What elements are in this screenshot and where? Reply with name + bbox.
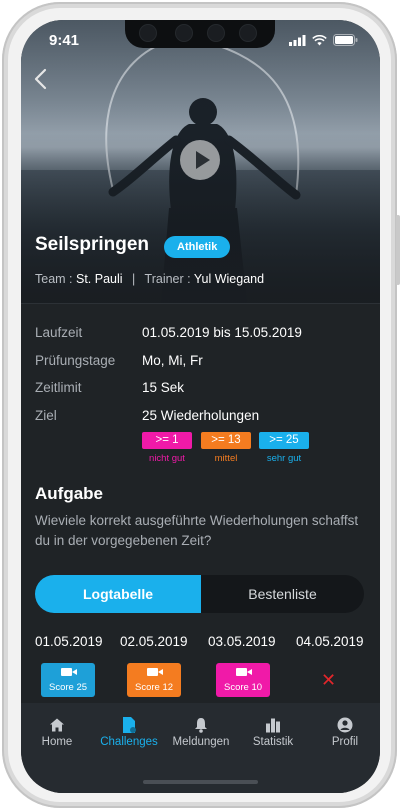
document-icon <box>123 717 136 733</box>
camera-dot <box>139 24 157 42</box>
sensor-dot <box>175 24 193 42</box>
level-badge-mid: >= 13 <box>201 432 251 449</box>
back-chevron-icon[interactable] <box>33 68 55 90</box>
score-label: Score 25 <box>48 682 88 693</box>
tab-label: Challenges <box>100 736 158 748</box>
trainer-label: Trainer : <box>144 272 191 286</box>
team-value: St. Pauli <box>76 272 123 286</box>
notch <box>125 20 275 48</box>
level-caption-low: nicht gut <box>149 453 185 464</box>
log-dates: 01.05.2019 02.05.2019 03.05.2019 04.05.2… <box>35 634 375 652</box>
tab-profil[interactable]: Profil <box>309 713 380 757</box>
signal-icon <box>289 34 306 46</box>
home-indicator <box>143 780 258 784</box>
tab-home[interactable]: Home <box>21 713 93 757</box>
wifi-icon <box>312 34 327 45</box>
task-heading: Aufgabe <box>35 484 103 503</box>
detail-value: Mo, Mi, Fr <box>142 353 203 368</box>
team-trainer-line: Team : St. Pauli | Trainer : Yul Wiegand <box>35 272 264 286</box>
tab-challenges[interactable]: Challenges <box>93 713 165 757</box>
detail-value: 25 Wiederholungen <box>142 408 260 423</box>
level-badge-high: >= 25 <box>259 432 309 449</box>
user-icon <box>337 717 353 733</box>
team-label: Team : <box>35 272 73 286</box>
home-icon <box>50 718 64 732</box>
score-video-3[interactable]: Score 10 <box>216 663 270 697</box>
log-date: 04.05.2019 <box>296 634 364 649</box>
score-video-1[interactable]: Score 25 <box>41 663 95 697</box>
log-date: 03.05.2019 <box>208 634 276 649</box>
level-caption-mid: mittel <box>214 453 238 464</box>
status-icons <box>289 34 358 46</box>
tab-label: Profil <box>331 736 359 748</box>
category-badge: Athletik <box>164 236 231 258</box>
level-badge-low: >= 1 <box>142 432 192 449</box>
detail-label: Prüfungstage <box>35 353 116 368</box>
level-caption-high: sehr gut <box>266 453 302 464</box>
detail-value: 01.05.2019 bis 15.05.2019 <box>142 325 302 340</box>
video-camera-icon <box>61 668 77 676</box>
view-switch: Logtabelle Bestenliste <box>35 575 364 613</box>
detail-label: Laufzeit <box>35 325 83 340</box>
tab-label: Statistik <box>252 736 294 748</box>
detail-label: Ziel <box>35 408 57 423</box>
play-button[interactable] <box>180 140 220 180</box>
video-camera-icon <box>147 668 163 676</box>
detail-value: 15 Sek <box>142 380 185 395</box>
cross-icon: ✕ <box>321 670 337 691</box>
sensor-dot <box>239 24 257 42</box>
tab-label: Meldungen <box>172 736 230 748</box>
divider-line <box>21 303 380 304</box>
status-time: 9:41 <box>49 32 80 49</box>
score-label: Score 12 <box>134 682 174 693</box>
app-screen: 9:41 Seilspringen Athletik Team: St. Pa… <box>21 20 380 793</box>
side-button <box>396 215 400 285</box>
log-date: 01.05.2019 <box>35 634 103 649</box>
chevron-left-icon <box>34 68 47 90</box>
divider: | <box>132 272 136 286</box>
sensor-dot <box>207 24 225 42</box>
score-label: Score 10 <box>223 682 263 693</box>
detail-label: Zeitlimit <box>35 380 82 395</box>
challenge-title: Seilspringen <box>35 234 150 255</box>
log-date: 02.05.2019 <box>120 634 188 649</box>
task-description: Wieviele korrekt ausgeführte Wiederholun… <box>35 513 359 548</box>
status-bar: 9:41 <box>21 20 380 64</box>
tab-logtabelle[interactable]: Logtabelle <box>35 575 201 613</box>
tab-bestenliste[interactable]: Bestenliste <box>201 575 364 613</box>
bar-chart-icon <box>266 718 280 733</box>
video-camera-icon <box>236 668 252 676</box>
score-video-2[interactable]: Score 12 <box>127 663 181 697</box>
bell-icon <box>195 718 207 733</box>
tab-statistik[interactable]: Statistik <box>237 713 309 757</box>
tab-label: Home <box>41 736 73 748</box>
trainer-value: Yul Wiegand <box>193 272 265 286</box>
tab-meldungen[interactable]: Meldungen <box>165 713 237 757</box>
battery-icon <box>333 34 358 46</box>
